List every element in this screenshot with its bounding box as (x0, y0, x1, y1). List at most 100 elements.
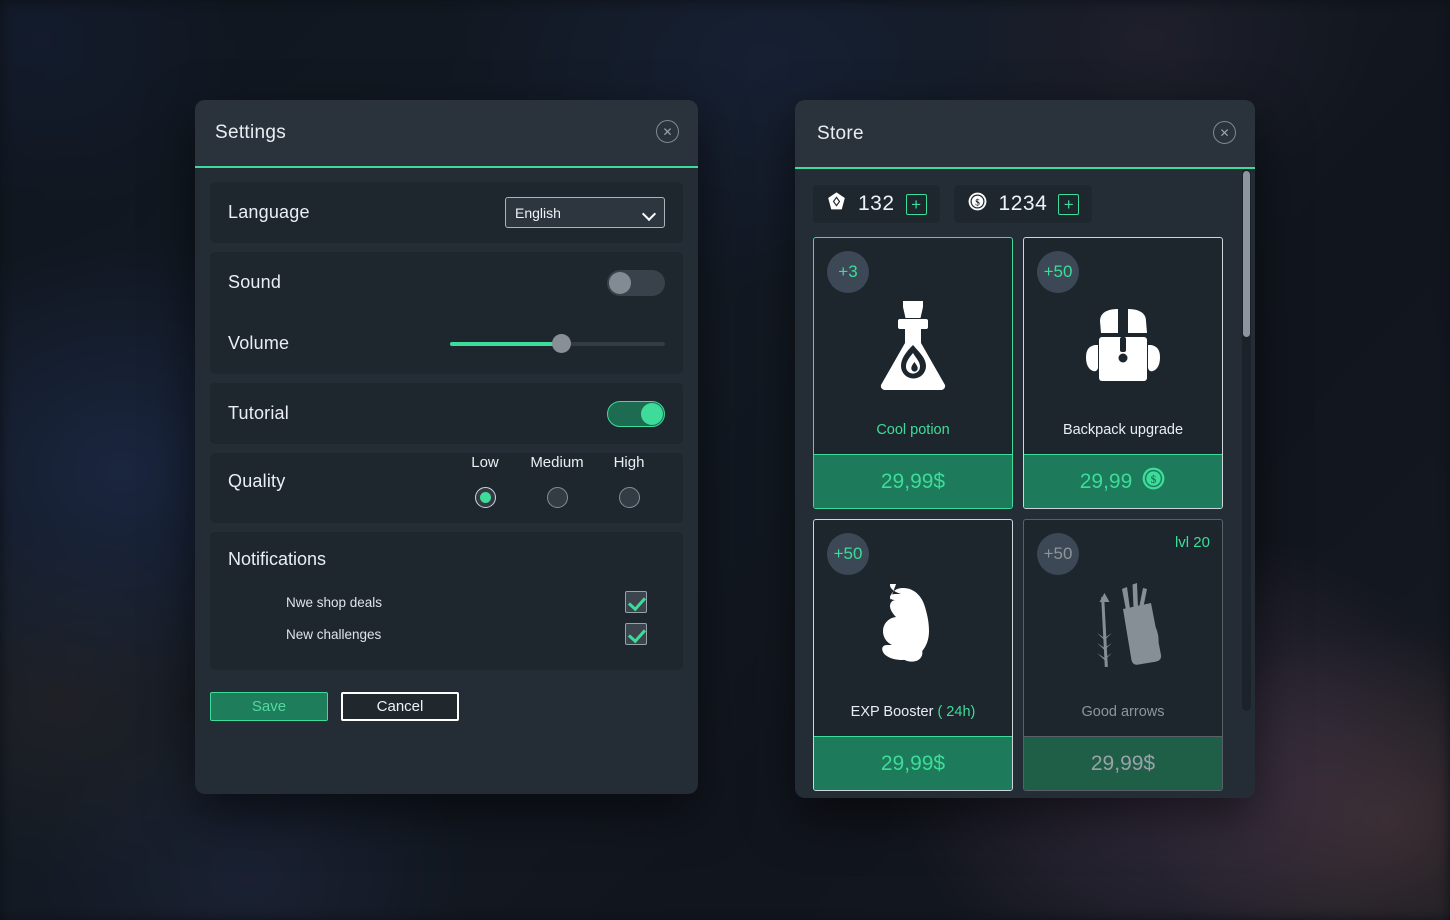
store-close-icon[interactable]: ✕ (1213, 121, 1236, 144)
notification-checkbox-challenges[interactable] (625, 623, 647, 645)
quality-header: Quality Low Medium High (228, 453, 665, 509)
muscle-icon (814, 572, 1012, 682)
add-gems-button[interactable]: + (905, 193, 927, 215)
language-row: Language English (228, 182, 665, 243)
notification-checkbox-shop-deals[interactable] (625, 591, 647, 613)
item-price: 29,99$ (1090, 751, 1156, 775)
coin-icon: $ (967, 191, 988, 217)
sound-label: Sound (228, 272, 282, 292)
item-name-main: EXP Booster (850, 704, 934, 720)
sound-row: Sound (228, 252, 665, 313)
quality-group: Quality Low Medium High (210, 453, 683, 523)
quality-label-medium: Medium (530, 454, 584, 471)
store-title: Store (817, 122, 864, 144)
settings-body: Language English Sound Volume Tutorial Q… (195, 168, 698, 670)
save-button[interactable]: Save (210, 692, 328, 721)
item-name: Good arrows (1081, 704, 1165, 720)
item-price-button[interactable]: 29,99 $ (1024, 454, 1222, 508)
settings-header: Settings ✕ (195, 100, 698, 168)
item-bonus-badge: +50 (827, 533, 869, 575)
card-content: +50 Backpack upgrade (1024, 238, 1222, 454)
tutorial-label: Tutorial (228, 403, 289, 423)
store-body: 132 + $ 1234 + +3 Cool potion 29,99$ +50… (795, 169, 1255, 798)
item-bonus-badge: +50 (1037, 533, 1079, 575)
settings-dialog: Settings ✕ Language English Sound Volume… (195, 100, 698, 794)
slider-handle[interactable] (552, 334, 572, 353)
settings-footer: Save Cancel (195, 679, 698, 721)
currency-bar: 132 + $ 1234 + (813, 185, 1237, 223)
tutorial-toggle[interactable] (607, 400, 665, 427)
quality-option-high[interactable]: High (593, 454, 665, 508)
item-price-locked: 29,99$ (1024, 736, 1222, 790)
currency-gems: 132 + (813, 185, 940, 223)
language-value: English (515, 204, 561, 221)
quiver-icon (1024, 572, 1222, 682)
notification-label: New challenges (286, 626, 382, 642)
chevron-down-icon (643, 207, 655, 219)
quality-radio-high[interactable] (618, 487, 640, 508)
item-bonus-badge: +50 (1037, 251, 1079, 293)
item-price-button[interactable]: 29,99$ (814, 736, 1012, 790)
card-content: +50 lvl 20 Good arrows (1024, 520, 1222, 736)
notification-row-challenges: New challenges (228, 618, 665, 650)
item-name-duration: ( 24h) (937, 704, 976, 720)
gem-amount: 132 (858, 192, 895, 215)
svg-text:$: $ (975, 197, 980, 207)
slider-fill (450, 341, 562, 346)
volume-row: Volume (228, 313, 665, 374)
notifications-group: Notifications Nwe shop deals New challen… (210, 532, 683, 670)
item-price-button[interactable]: 29,99$ (814, 454, 1012, 508)
backpack-icon (1024, 290, 1222, 400)
quality-option-low[interactable]: Low (449, 454, 521, 508)
quality-radio-medium[interactable] (546, 487, 568, 508)
volume-slider[interactable] (450, 331, 665, 357)
item-name: Cool potion (876, 422, 950, 438)
store-scrollbar-thumb[interactable] (1243, 171, 1250, 337)
svg-text:$: $ (1151, 473, 1157, 486)
settings-close-icon[interactable]: ✕ (656, 120, 679, 143)
gem-icon (826, 191, 847, 217)
quality-label-low: Low (471, 454, 499, 471)
item-name: Backpack upgrade (1062, 422, 1184, 438)
item-bonus-badge: +3 (827, 251, 869, 293)
store-item-card[interactable]: +50 EXP Booster ( 24h) 29,99$ (813, 519, 1013, 791)
toggle-knob (609, 271, 631, 294)
card-content: +50 EXP Booster ( 24h) (814, 520, 1012, 736)
quality-radio-low[interactable] (474, 487, 496, 508)
item-price: 29,99$ (880, 469, 946, 493)
sound-toggle[interactable] (607, 269, 665, 296)
store-item-grid: +3 Cool potion 29,99$ +50 Backpack upgra… (813, 237, 1223, 791)
card-content: +3 Cool potion (814, 238, 1012, 454)
settings-title: Settings (215, 122, 287, 143)
coin-amount: 1234 (998, 192, 1048, 215)
quality-label-high: High (613, 454, 645, 471)
store-dialog: Store ✕ 132 + $ 1234 + +3 Cool potion 29… (795, 100, 1255, 798)
notification-label: Nwe shop deals (286, 594, 383, 610)
currency-coins: $ 1234 + (953, 185, 1093, 223)
quality-option-medium[interactable]: Medium (521, 454, 593, 508)
item-price: 29,99 (1079, 469, 1133, 493)
potion-icon (814, 290, 1012, 400)
language-label: Language (228, 202, 310, 222)
store-item-card-locked: +50 lvl 20 Good arrows 29,99$ (1023, 519, 1223, 791)
sound-group: Sound Volume (210, 252, 683, 374)
store-item-card[interactable]: +3 Cool potion 29,99$ (813, 237, 1013, 509)
tutorial-group: Tutorial (210, 383, 683, 444)
quality-label: Quality (228, 470, 286, 491)
language-group: Language English (210, 182, 683, 243)
cancel-button[interactable]: Cancel (341, 692, 459, 721)
coin-icon: $ (1141, 466, 1166, 497)
store-scrollbar-track[interactable] (1242, 169, 1251, 711)
store-item-card[interactable]: +50 Backpack upgrade 29,99 $ (1023, 237, 1223, 509)
item-price: 29,99$ (880, 751, 946, 775)
add-coins-button[interactable]: + (1058, 193, 1080, 215)
language-select[interactable]: English (505, 197, 665, 228)
tutorial-row: Tutorial (228, 383, 665, 444)
item-level-requirement: lvl 20 (1174, 534, 1210, 551)
quality-options: Low Medium High (449, 454, 665, 508)
notifications-title: Notifications (228, 549, 327, 569)
store-header: Store ✕ (795, 100, 1255, 169)
notification-row-shop-deals: Nwe shop deals (228, 586, 665, 618)
item-name: EXP Booster ( 24h) (814, 704, 1012, 720)
volume-label: Volume (228, 333, 290, 353)
